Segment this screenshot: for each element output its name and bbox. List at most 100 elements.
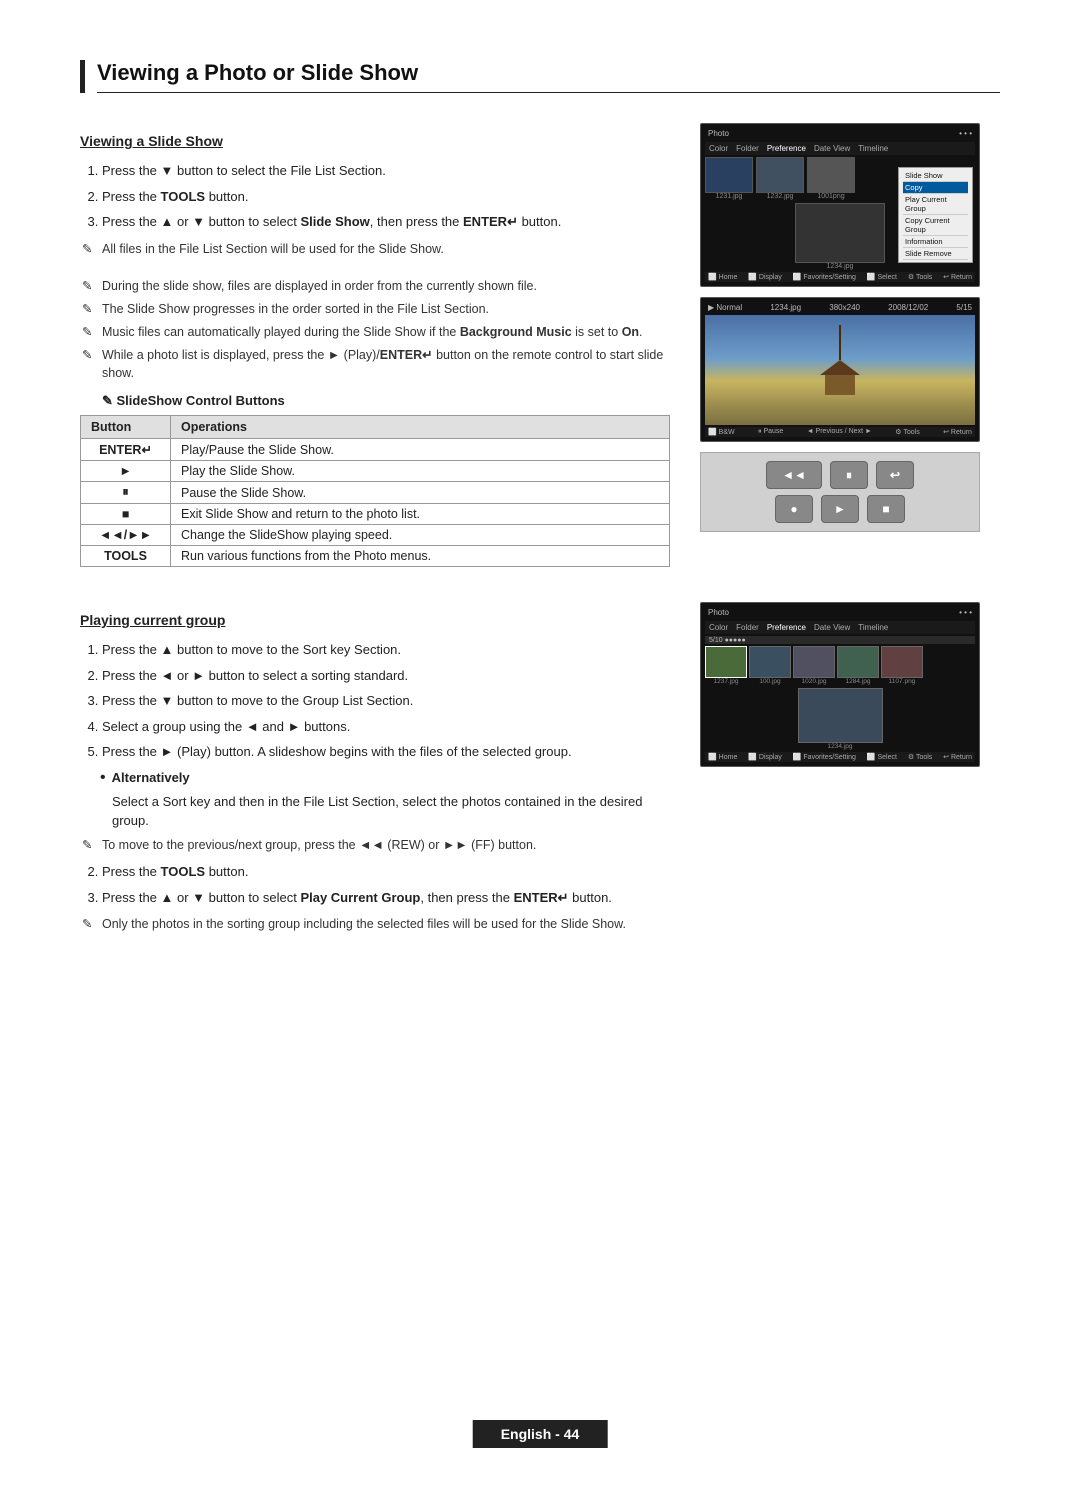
op-enter: Play/Pause the Slide Show. bbox=[171, 439, 670, 461]
btn-enter: ENTER↵ bbox=[81, 439, 171, 461]
nav-timeline: Timeline bbox=[858, 144, 888, 153]
menu-play-current: Play Current Group bbox=[903, 194, 968, 215]
nav-dateview: Date View bbox=[814, 144, 850, 153]
hut-roof bbox=[820, 360, 860, 375]
gnav-color: Color bbox=[709, 623, 728, 632]
group-progress-bar: 5/10 ●●●●● bbox=[705, 636, 975, 644]
menu-copy: Copy bbox=[903, 182, 968, 194]
beach-scene bbox=[705, 315, 975, 425]
slideshow-control-label: ✎ SlideShow Control Buttons bbox=[80, 393, 670, 409]
btn-play: ► bbox=[81, 461, 171, 482]
remote-row-2: ● ► ■ bbox=[775, 495, 905, 523]
viewer-header: ▶ Normal 1234.jpg 380x240 2008/12/02 5/1… bbox=[705, 302, 975, 313]
gnav-timeline: Timeline bbox=[858, 623, 888, 632]
ss-nav: Color Folder Preference Date View Timeli… bbox=[705, 142, 975, 155]
thumb-group1: 1231.jpg bbox=[705, 157, 753, 200]
thumb1-label: 1231.jpg bbox=[716, 193, 743, 200]
step-2: Press the TOOLS button. bbox=[102, 187, 670, 207]
gf-tools: ⚙ Tools bbox=[908, 753, 932, 761]
gthumb5-label: 1107.png bbox=[889, 678, 916, 685]
s2-step6: Press the TOOLS button. bbox=[102, 862, 670, 882]
section1-right: Photo • • • Color Folder Preference Date… bbox=[700, 123, 1000, 577]
menu-slide-show: Slide Show bbox=[903, 170, 968, 182]
ss-thumb-area: 1231.jpg 1232.jpg 1001png 1234 bbox=[705, 157, 975, 270]
gf-home: ⬜ Home bbox=[708, 753, 737, 761]
table-row: ■ Exit Slide Show and return to the phot… bbox=[81, 504, 670, 525]
section2-left: Playing current group Press the ▲ button… bbox=[80, 602, 670, 938]
hut-pole bbox=[839, 325, 841, 360]
btn-play2: ► bbox=[821, 495, 859, 523]
section1-layout: Viewing a Slide Show Press the ▼ button … bbox=[80, 123, 1000, 577]
gthumb-group1: 1237.jpg bbox=[705, 646, 747, 685]
footer-return: ↩ Return bbox=[943, 273, 972, 281]
ss-dropdown-menu: Slide Show Copy Play Current Group Copy … bbox=[898, 167, 973, 263]
gthumb-group4: 1284.jpg bbox=[837, 646, 879, 685]
footer-select: ⬜ Select bbox=[867, 273, 897, 281]
ss-header: Photo • • • bbox=[705, 128, 975, 139]
remote-control-buttons: ◄◄ ⏸ ↩ ● ► ■ bbox=[700, 452, 980, 532]
gthumb1 bbox=[705, 646, 747, 678]
page-title: Viewing a Photo or Slide Show bbox=[97, 60, 1000, 86]
section2-steps: Press the ▲ button to move to the Sort k… bbox=[80, 640, 670, 762]
group-thumbnails: 1237.jpg 100.jpg 1020.jpg 1284.jpg bbox=[705, 646, 975, 685]
group-ss-footer: ⬜ Home ⬜ Display ⬜ Favorites/Setting ⬜ S… bbox=[705, 752, 975, 762]
ss-dots: • • • bbox=[959, 129, 972, 138]
note-progress: The Slide Show progresses in the order s… bbox=[80, 300, 670, 319]
op-skip: Change the SlideShow playing speed. bbox=[171, 525, 670, 546]
alt-label: Alternatively bbox=[112, 770, 190, 785]
viewer-footer: ⬜ B&W ⏸ Pause ◄ Previous / Next ► ⚙ Tool… bbox=[705, 427, 975, 437]
page-title-block: Viewing a Photo or Slide Show bbox=[80, 60, 1000, 93]
thumb-group3: 1001png bbox=[807, 157, 855, 200]
btn-skip: ◄◄/►► bbox=[81, 525, 171, 546]
btn-dot: ● bbox=[775, 495, 813, 523]
gthumb4 bbox=[837, 646, 879, 678]
s2-step3: Press the ▼ button to move to the Group … bbox=[102, 691, 670, 711]
section2-layout: Playing current group Press the ▲ button… bbox=[80, 602, 1000, 938]
note-music: Music files can automatically played dur… bbox=[80, 323, 670, 342]
footer-text: English - 44 bbox=[501, 1426, 580, 1442]
gthumb3 bbox=[793, 646, 835, 678]
note-order: During the slide show, files are display… bbox=[80, 277, 670, 296]
gnav-dateview: Date View bbox=[814, 623, 850, 632]
viewer-page: 5/15 bbox=[956, 303, 972, 312]
op-play: Play the Slide Show. bbox=[171, 461, 670, 482]
gthumb5 bbox=[881, 646, 923, 678]
viewer-image bbox=[705, 315, 975, 425]
table-row: ⏸ Pause the Slide Show. bbox=[81, 482, 670, 504]
vf-bw: ⬜ B&W bbox=[708, 428, 735, 436]
section2-steps-cont: Press the TOOLS button. Press the ▲ or ▼… bbox=[80, 862, 670, 907]
gf-display: ⬜ Display bbox=[748, 753, 782, 761]
step-3: Press the ▲ or ▼ button to select Slide … bbox=[102, 212, 670, 232]
thumb3-label: 1001png bbox=[817, 193, 844, 200]
btn-rewind: ◄◄ bbox=[766, 461, 822, 489]
screenshot-photo-browser: Photo • • • Color Folder Preference Date… bbox=[700, 123, 980, 287]
gnav-folder: Folder bbox=[736, 623, 759, 632]
page-footer: English - 44 bbox=[473, 1420, 608, 1448]
footer-tools: ⚙ Tools bbox=[908, 273, 932, 281]
nav-folder: Folder bbox=[736, 144, 759, 153]
vf-prevnext: ◄ Previous / Next ► bbox=[807, 428, 872, 436]
gthumb-group2: 100.jpg bbox=[749, 646, 791, 685]
col-header-button: Button bbox=[81, 416, 171, 439]
op-stop: Exit Slide Show and return to the photo … bbox=[171, 504, 670, 525]
menu-slide-remove: Slide Remove bbox=[903, 248, 968, 260]
note-final: Only the photos in the sorting group inc… bbox=[80, 915, 670, 934]
beach-hut bbox=[820, 325, 860, 395]
gthumb4-label: 1284.jpg bbox=[846, 678, 871, 685]
remote-row-1: ◄◄ ⏸ ↩ bbox=[766, 461, 914, 489]
thumb2-label: 1232.jpg bbox=[767, 193, 794, 200]
gthumb2 bbox=[749, 646, 791, 678]
btn-stop: ■ bbox=[81, 504, 171, 525]
thumb-group2: 1232.jpg bbox=[756, 157, 804, 200]
s2-step1: Press the ▲ button to move to the Sort k… bbox=[102, 640, 670, 660]
table-row: ENTER↵ Play/Pause the Slide Show. bbox=[81, 439, 670, 461]
footer-favorites: ⬜ Favorites/Setting bbox=[793, 273, 856, 281]
footer-home: ⬜ Home bbox=[708, 273, 737, 281]
table-row: ► Play the Slide Show. bbox=[81, 461, 670, 482]
group-counter: 5/10 ●●●●● bbox=[709, 637, 746, 644]
large-thumb bbox=[795, 203, 885, 263]
gthumb1-label: 1237.jpg bbox=[714, 678, 739, 685]
gf-return: ↩ Return bbox=[943, 753, 972, 761]
gthumb3-label: 1020.jpg bbox=[802, 678, 827, 685]
section2: Playing current group Press the ▲ button… bbox=[80, 602, 1000, 938]
